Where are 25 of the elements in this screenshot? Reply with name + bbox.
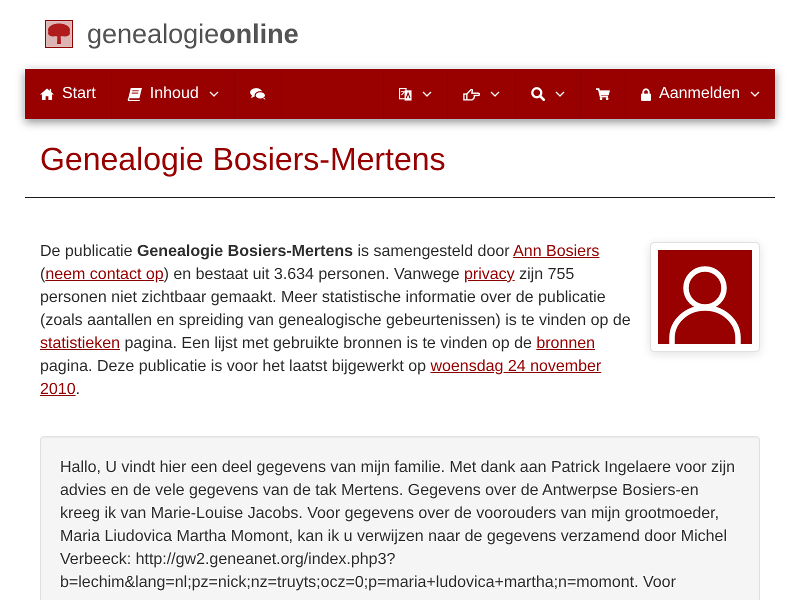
text-link[interactable]: Ann Bosiers: [513, 243, 600, 260]
tree-icon: [45, 20, 73, 48]
book-icon: [126, 88, 142, 100]
nav-menu-item[interactable]: Inhoud: [112, 69, 235, 119]
avatar-icon: [658, 250, 752, 344]
text-link[interactable]: bronnen: [536, 335, 596, 352]
text-link[interactable]: privacy: [464, 266, 515, 283]
text-link[interactable]: woensdag 24 november: [430, 358, 602, 375]
translate-icon: [399, 86, 412, 102]
lock-icon: [641, 88, 652, 100]
nav-menu-item[interactable]: Start: [25, 69, 112, 119]
home-icon: [40, 88, 54, 100]
search-icon: [531, 87, 546, 101]
site-logo[interactable]: genealogieonline: [45, 18, 299, 50]
cart-icon: [596, 88, 610, 100]
text-link[interactable]: 2010: [40, 381, 76, 398]
pointing-hand-icon: [463, 88, 480, 100]
chat-icon: [250, 88, 266, 100]
description-text: Hallo, U vindt hier een deel gegevens van mijn familie. Met dank aan Patrick Ingelaere voor zijn advies en de vele gegevens van de tak Mertens. Gegevens over de Antwerpse Bosiers-en kreeg ik van Marie-Louise Jacobs. Voor gegevens over de voorouders van mijn grootmoeder, Maria Liudovica Martha Momont, kan ik u verwijzen naar de gegevens verzamend door Michel Verbeeck: http://gw2.geneanet.org/index.php3?b=lechim&lang=nl;pz=nick;nz=truyts;ocz=0;p=maria+ludovica+martha;n=momont. Voor: [60, 458, 736, 593]
page-title: Genealogie Bosiers-Mertens: [40, 142, 447, 177]
nav-menu-item[interactable]: Aanmelden: [625, 69, 775, 119]
site-logo-text: genealogieonline: [87, 18, 299, 50]
text-link[interactable]: neem contact op: [45, 266, 164, 283]
text-link[interactable]: statistieken: [40, 335, 120, 352]
intro-paragraph: De publicatie Genealogie Bosiers-Mertens is samengesteld door Ann Bosiers (neem contact op) en bestaat uit 3.634 personen. Vanwege privacy zijn 755 personen niet zichtbaar gemaakt. Meer statistische informatie over de publicatie (zoals aantallen en spreiding van genealogische gebeurtenissen) is te vinden op de statistieken pagina. Een lijst met gebruikte bronnen is te vinden op de bronnen pagina. Deze publicatie is voor het laatst bijgewerkt op woensdag 24 november 2010.: [40, 242, 632, 400]
